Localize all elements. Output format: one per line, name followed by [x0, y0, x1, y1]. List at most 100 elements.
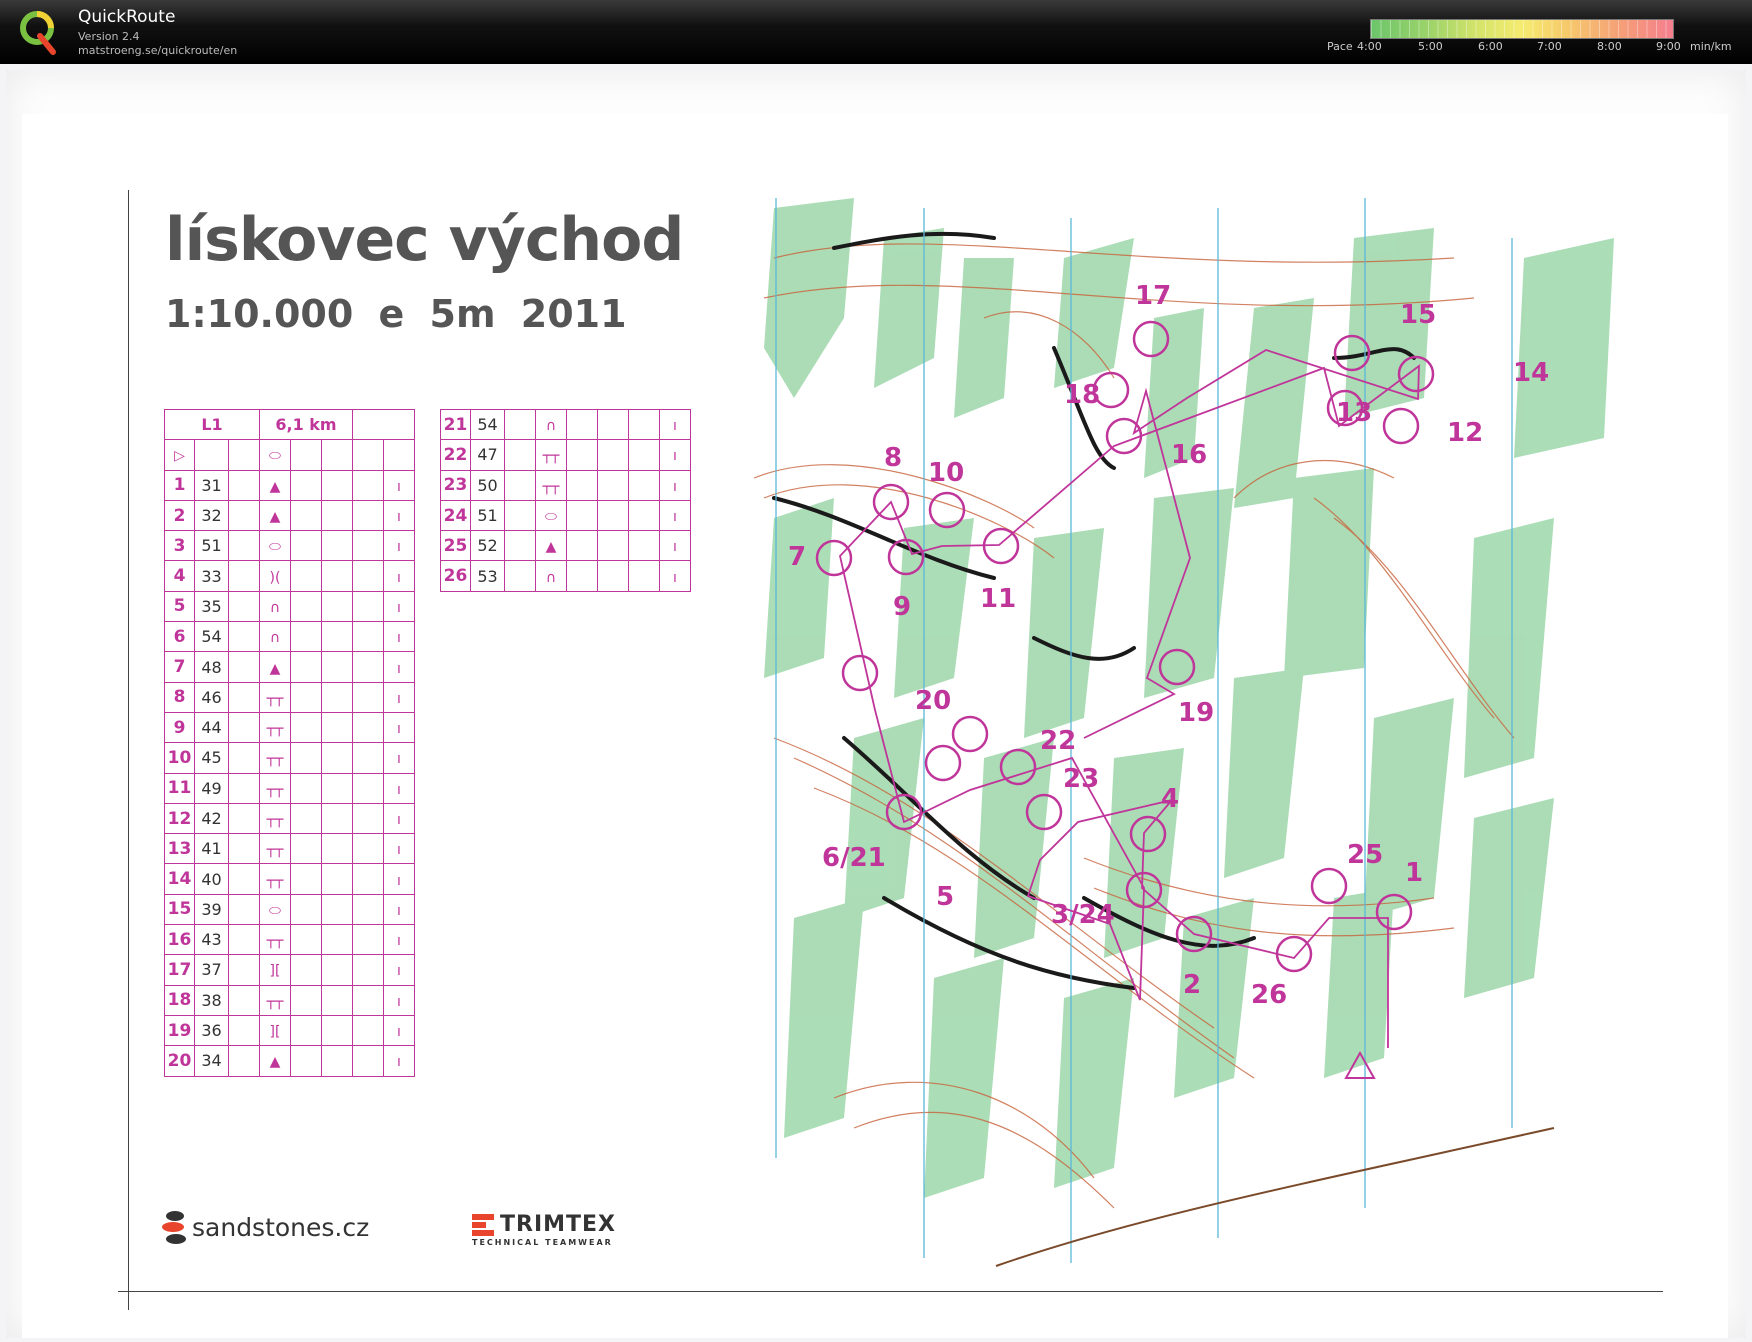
description-cell	[290, 954, 322, 986]
location-symbol-icon: ı	[383, 984, 415, 1016]
control-row: 18 38 ┬┬ ı	[164, 984, 415, 1016]
control-label: 19	[1178, 698, 1215, 728]
description-cell	[290, 742, 322, 774]
location-symbol-icon: ı	[383, 1045, 415, 1077]
description-cell	[597, 499, 629, 532]
trimtex-logo: TRIMTEX TECHNICAL TEAMWEAR	[472, 1212, 616, 1247]
stone-stack-icon	[162, 1211, 186, 1244]
pace-tick: 5:00	[1418, 40, 1443, 53]
map-subtitle: 1:10.000 e 5m 2011	[165, 292, 627, 336]
control-number: 20	[164, 1045, 195, 1077]
description-cell	[352, 560, 384, 592]
control-number: 10	[164, 742, 195, 774]
description-cell	[628, 499, 660, 532]
control-code: 32	[194, 499, 229, 532]
feature-symbol-icon: ∩	[259, 621, 291, 653]
map-contour: e 5m	[378, 292, 496, 336]
map-scale: 1:10.000	[165, 292, 354, 336]
control-code: 51	[194, 530, 229, 562]
control-number: 4	[164, 560, 195, 592]
description-cell	[597, 469, 629, 501]
description-cell	[352, 1045, 384, 1077]
description-cell	[352, 711, 384, 744]
location-symbol-icon: ı	[659, 530, 691, 562]
control-code: 52	[470, 530, 505, 562]
description-cell	[228, 711, 260, 744]
control-row: 24 51 ⬭ ı	[440, 499, 691, 532]
control-number: 6	[164, 621, 195, 653]
description-cell	[352, 893, 384, 926]
description-cell	[352, 954, 384, 986]
description-cell	[290, 560, 322, 592]
feature-symbol-icon: ][	[259, 1014, 291, 1047]
location-symbol-icon: ı	[383, 954, 415, 986]
control-code: 49	[194, 772, 229, 804]
control-rows: 1 31 ▲ ı 2 32 ▲ ı 3 51 ⬭ ı 4 33)(ı 5 35 ∩ ı 6 54 ∩ ı 7 48 ▲ ı 8 46 ┬…	[164, 469, 415, 1077]
description-cell	[290, 681, 322, 713]
feature-symbol-icon: ┬┬	[259, 742, 291, 774]
control-code: 43	[194, 924, 229, 956]
description-cell	[321, 499, 353, 532]
feature-symbol-icon: ▲	[259, 499, 291, 532]
location-symbol-icon: ı	[383, 499, 415, 532]
description-cell	[228, 621, 260, 653]
description-cell	[352, 924, 384, 956]
control-code: 51	[470, 499, 505, 532]
description-cell	[597, 560, 629, 592]
cell	[290, 439, 322, 471]
location-symbol-icon: ı	[383, 590, 415, 623]
orienteering-map	[753, 198, 1614, 1267]
description-cell	[321, 1045, 353, 1077]
control-row: 17 37][ı	[164, 954, 415, 986]
header-blank	[352, 408, 415, 441]
feature-symbol-icon: ⬭	[259, 893, 291, 926]
description-cell	[352, 802, 384, 835]
control-label: 20	[915, 686, 952, 716]
description-cell	[228, 1045, 260, 1077]
description-cell	[504, 560, 536, 592]
control-number: 23	[440, 469, 471, 501]
feature-symbol-icon: ┬┬	[259, 984, 291, 1016]
description-cell	[321, 530, 353, 562]
control-row: 22 47 ┬┬ ı	[440, 439, 691, 471]
pace-tick: 6:00	[1478, 40, 1503, 53]
description-cell	[321, 984, 353, 1016]
start-feature-icon: ⬭	[259, 439, 291, 471]
location-symbol-icon: ı	[659, 499, 691, 532]
description-cell	[628, 439, 660, 471]
control-code: 35	[194, 590, 229, 623]
description-cell	[597, 408, 629, 441]
description-cell	[228, 893, 260, 926]
description-cell	[228, 651, 260, 683]
description-cell	[352, 621, 384, 653]
control-number: 5	[164, 590, 195, 623]
trimtex-subtitle: TECHNICAL TEAMWEAR	[472, 1238, 613, 1247]
control-rows: 21 54 ∩ ı 22 47 ┬┬ ı 23 50 ┬┬ ı 24 51 ⬭ ı 25 52 ▲ ı 26 53 ∩ ı	[440, 408, 691, 592]
description-cell	[228, 1014, 260, 1047]
control-row: 21 54 ∩ ı	[440, 408, 691, 441]
map-year: 2011	[520, 292, 627, 336]
control-label: 15	[1400, 300, 1437, 330]
description-cell	[597, 439, 629, 471]
description-cell	[566, 408, 598, 441]
description-cell	[504, 439, 536, 471]
description-cell	[228, 863, 260, 895]
description-cell	[290, 711, 322, 744]
app-header: QuickRoute Version 2.4 matstroeng.se/qui…	[0, 0, 1752, 64]
pace-tick: 8:00	[1597, 40, 1622, 53]
control-label: 13	[1336, 398, 1373, 428]
control-code: 44	[194, 711, 229, 744]
description-cell	[628, 560, 660, 592]
control-code: 34	[194, 1045, 229, 1077]
location-symbol-icon: ı	[659, 439, 691, 471]
feature-symbol-icon: ▲	[535, 530, 567, 562]
control-row: 10 45 ┬┬ ı	[164, 742, 415, 774]
control-label: 22	[1040, 726, 1077, 756]
description-cell	[290, 469, 322, 501]
description-cell	[290, 802, 322, 835]
description-cell	[228, 833, 260, 865]
description-cell	[352, 984, 384, 1016]
control-label: 23	[1063, 764, 1100, 794]
description-cell	[228, 742, 260, 774]
control-code: 47	[470, 439, 505, 471]
